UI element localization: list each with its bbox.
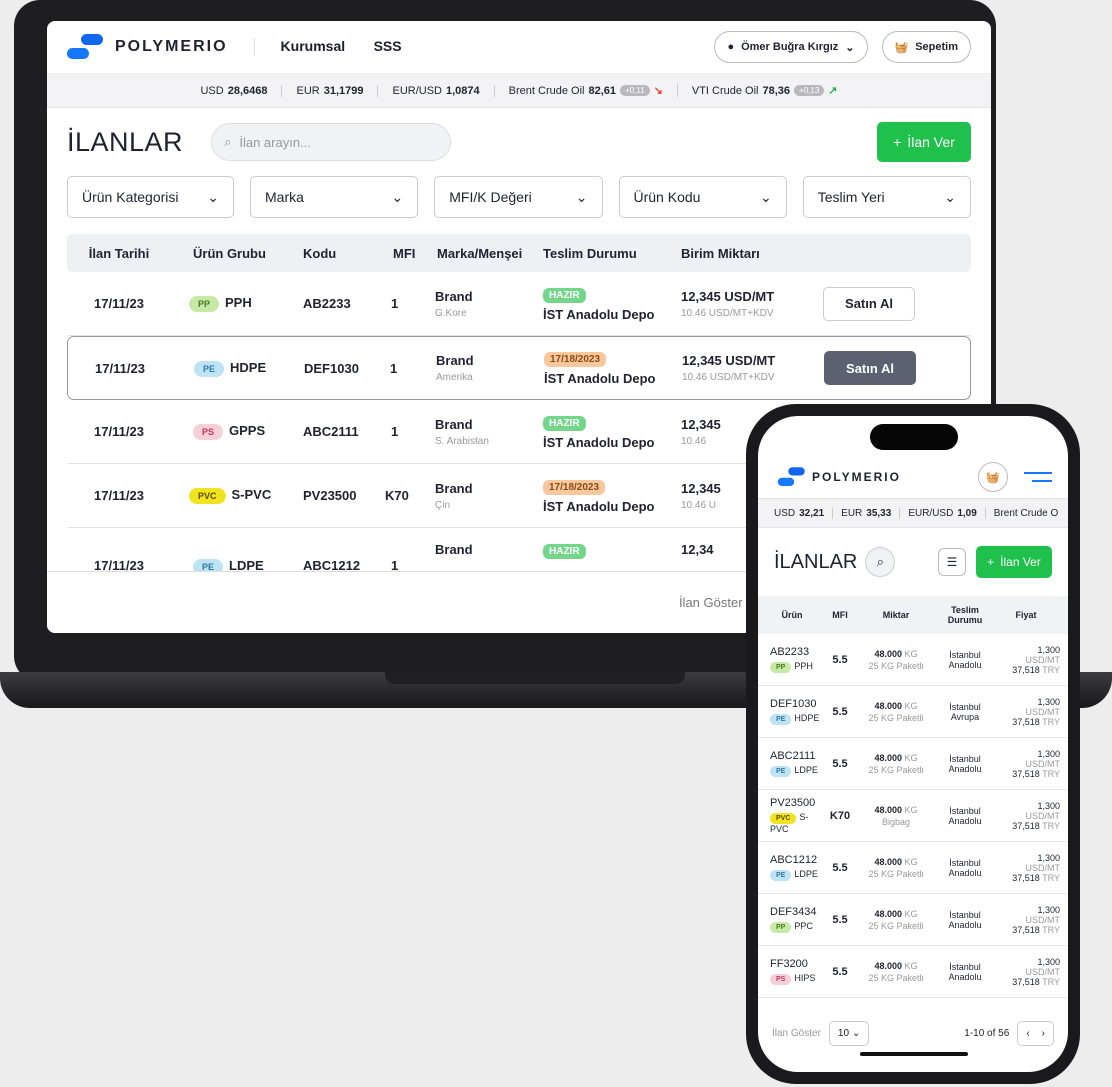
- mobile-table: Ürün MFI Miktar Teslim Durumu Fiyat AB22…: [758, 596, 1068, 998]
- page-title: İLANLAR: [67, 126, 184, 157]
- mobile-footer: İlan Göster 10 ⌄ 1-10 of 56 ‹ ›: [758, 1012, 1068, 1054]
- product-group-badge: PE: [194, 360, 225, 377]
- table-row-selected[interactable]: 17/11/23 PE HDPE DEF1030 1 Brand Amerika 1…: [67, 336, 971, 400]
- status-badge: HAZIR: [543, 544, 586, 559]
- page-size-select[interactable]: 10 ⌄: [828, 1020, 870, 1046]
- ticker-eur: EUR 31,1799: [282, 84, 379, 97]
- product-group-badge: PP: [189, 296, 220, 312]
- logo-icon: [777, 467, 805, 487]
- main-nav: Kurumsal SSS: [281, 38, 426, 56]
- page-size-label: İlan Göster: [772, 1027, 821, 1039]
- chevron-down-icon: ⌄: [575, 188, 588, 205]
- mobile-navbar: POLYMERIO 🧺: [758, 456, 1068, 498]
- chevron-right-icon: ›: [1041, 1027, 1045, 1039]
- chevron-down-icon: ⌄: [944, 188, 956, 205]
- menu-icon[interactable]: [1024, 472, 1052, 482]
- search-icon: ⌕: [224, 134, 232, 149]
- filter-code[interactable]: Ürün Kodu ⌄: [618, 176, 787, 218]
- mobile-screen: POLYMERIO 🧺 USD 32,21 EUR 35,33 EUR/USD 1,0…: [758, 416, 1068, 1072]
- logo[interactable]: POLYMERIO: [67, 34, 228, 60]
- search-placeholder: İlan arayın...: [239, 134, 311, 150]
- list-item[interactable]: PV23500 PVC S-PVC K70 48.000 KG Bigbag İst…: [758, 790, 1068, 842]
- product-group-badge: PP: [770, 922, 792, 933]
- ticker-usd: USD 28,6468: [186, 84, 283, 97]
- basket-icon[interactable]: 🧺: [978, 462, 1008, 492]
- buy-button[interactable]: Satın Al: [824, 351, 916, 385]
- product-group-badge: PVC: [770, 813, 797, 824]
- product-group-badge: PS: [193, 424, 224, 440]
- table-header: Ürün MFI Miktar Teslim Durumu Fiyat: [758, 596, 1068, 634]
- top-navbar: POLYMERIO Kurumsal SSS ● Ömer Buğra Kırg…: [47, 21, 991, 74]
- logo-text: POLYMERIO: [115, 38, 228, 55]
- filter-category[interactable]: Ürün Kategorisi ⌄: [67, 176, 234, 218]
- list-item[interactable]: ABC2111 PE LDPE 5.5 48.000 KG 25 KG Paketl…: [758, 738, 1068, 790]
- table-row[interactable]: 17/11/23 PP PPH AB2233 1 Brand G.Kore HAZI…: [67, 272, 971, 336]
- mobile-page-header: İLANLAR ⌕ ☰ + İlan Ver: [758, 540, 1068, 584]
- product-group-badge: PP: [770, 662, 792, 673]
- logo-text: POLYMERIO: [812, 470, 901, 484]
- cart-button[interactable]: 🧺 Sepetim: [881, 31, 971, 63]
- arrow-up-icon: ↗: [828, 85, 838, 97]
- buy-button[interactable]: Satın Al: [823, 286, 915, 321]
- product-group-badge: PS: [770, 974, 792, 985]
- ticker-eurusd: EUR/USD 1,0874: [378, 84, 495, 97]
- chevron-down-icon: ⌄: [845, 41, 855, 54]
- list-item[interactable]: DEF1030 PE HDPE 5.5 48.000 KG 25 KG Paketl…: [758, 686, 1068, 738]
- logo-icon: [67, 34, 105, 60]
- list-item[interactable]: DEF3434 PP PPC 5.5 48.000 KG 25 KG Paketli…: [758, 894, 1068, 946]
- divider: [253, 38, 255, 56]
- status-badge: 17/18/2023: [544, 352, 607, 367]
- plus-icon: +: [893, 134, 902, 150]
- ticker-vti: VTI Crude Oil 78,36 +0,13 ↗: [691, 84, 838, 98]
- home-indicator: [860, 1052, 968, 1056]
- filter-mfi[interactable]: MFI/K Değeri ⌄: [434, 176, 603, 218]
- user-name: Ömer Buğra Kırgız: [741, 41, 839, 53]
- cart-label: Sepetim: [915, 41, 958, 53]
- change-pill: +0,13: [794, 85, 825, 96]
- pagination-controls[interactable]: ‹ ›: [1017, 1020, 1054, 1046]
- product-group-badge: PE: [770, 714, 792, 725]
- status-badge: 17/18/2023: [543, 479, 606, 495]
- product-group-badge: PE: [770, 766, 792, 777]
- list-item[interactable]: FF3200 PS HIPS 5.5 48.000 KG 25 KG Paketli…: [758, 946, 1068, 998]
- table-header: İlan Tarihi Ürün Grubu Kodu MFI Marka/Me…: [67, 234, 971, 272]
- laptop-notch: [385, 672, 685, 684]
- arrow-down-icon: ↘: [653, 85, 663, 97]
- user-menu-button[interactable]: ● Ömer Buğra Kırgız ⌄: [714, 31, 868, 63]
- chevron-down-icon: ⌄: [391, 188, 404, 205]
- chevron-down-icon: ⌄: [760, 188, 772, 205]
- list-item[interactable]: ABC1212 PE LDPE 5.5 48.000 KG 25 KG Paketl…: [758, 842, 1068, 894]
- nav-kurumsal[interactable]: Kurumsal: [281, 38, 346, 54]
- add-listing-button[interactable]: + İlan Ver: [976, 546, 1052, 578]
- status-badge: HAZIR: [543, 287, 586, 303]
- search-icon[interactable]: ⌕: [865, 547, 896, 577]
- user-icon: ●: [727, 41, 735, 53]
- dynamic-island: [870, 424, 958, 450]
- page-size-label: İlan Göster: [678, 595, 743, 610]
- chevron-down-icon: ⌄: [207, 188, 219, 205]
- pagination-info: 1-10 of 56: [964, 1027, 1010, 1039]
- basket-icon: 🧺: [894, 41, 909, 54]
- filter-location[interactable]: Teslim Yeri ⌄: [802, 176, 971, 218]
- page-title: İLANLAR: [774, 550, 858, 573]
- add-listing-button[interactable]: + İlan Ver: [877, 122, 971, 162]
- mobile-ticker: USD 32,21 EUR 35,33 EUR/USD 1,09 Brent Crud…: [758, 498, 1068, 528]
- search-input[interactable]: ⌕ İlan arayın...: [211, 123, 452, 161]
- list-item[interactable]: AB2233 PP PPH 5.5 48.000 KG 25 KG Paketli …: [758, 634, 1068, 686]
- change-pill: +0,11: [620, 85, 650, 96]
- page-header: İLANLAR ⌕ İlan arayın... + İlan Ver: [47, 108, 991, 176]
- product-group-badge: PE: [770, 870, 792, 881]
- product-group-badge: PVC: [189, 488, 226, 504]
- nav-sss[interactable]: SSS: [374, 38, 402, 54]
- plus-icon: +: [987, 555, 995, 569]
- phone-frame: POLYMERIO 🧺 USD 32,21 EUR 35,33 EUR/USD 1,0…: [746, 404, 1080, 1084]
- chevron-left-icon: ‹: [1026, 1027, 1030, 1039]
- status-badge: HAZIR: [543, 415, 586, 431]
- filter-icon[interactable]: ☰: [938, 548, 966, 576]
- filter-bar: Ürün Kategorisi ⌄ Marka ⌄ MFI/K Değeri ⌄ Ür…: [47, 176, 991, 218]
- market-ticker: USD 28,6468 EUR 31,1799 EUR/USD 1,0874 Bren…: [47, 74, 991, 108]
- ticker-brent: Brent Crude Oil 82,61 +0,11 ↘: [495, 84, 678, 97]
- filter-brand[interactable]: Marka ⌄: [250, 176, 419, 218]
